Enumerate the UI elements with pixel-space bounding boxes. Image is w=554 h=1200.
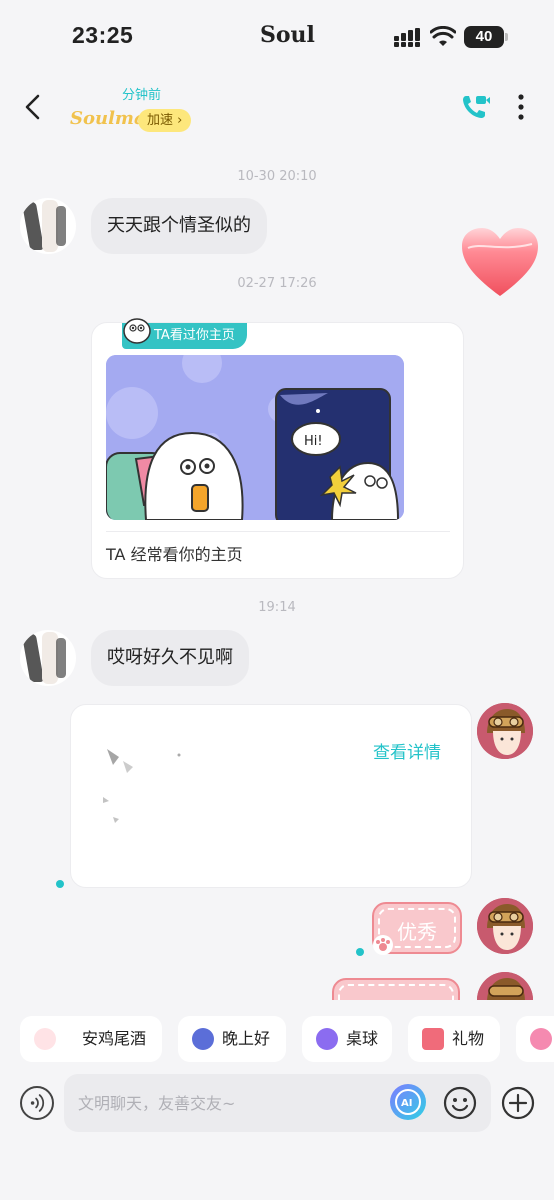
add-icon[interactable] — [500, 1085, 536, 1121]
chip-more[interactable] — [516, 1016, 554, 1062]
my-avatar[interactable] — [477, 898, 533, 954]
chip-label: 桌球 — [346, 1029, 379, 1048]
visit-card-text: TA 经常看你的主页 — [106, 545, 243, 564]
message-timestamp: 19:14 — [258, 600, 296, 615]
emoji-icon[interactable] — [442, 1085, 478, 1121]
contact-avatar[interactable] — [20, 630, 76, 686]
chip-label: 晚上好 — [222, 1029, 271, 1048]
visit-illustration: Hi! — [106, 355, 404, 520]
status-time: 23:25 — [72, 22, 134, 48]
input-bar: AI — [0, 1074, 554, 1200]
message-bubble-received[interactable]: 天天跟个情圣似的 — [91, 198, 267, 254]
chat-header: 分钟前 Soulmate 加速 › — [0, 72, 554, 142]
message-bubble-received[interactable]: 哎呀好久不见啊 — [91, 630, 249, 686]
card-divider — [106, 531, 450, 532]
chip-billiards[interactable]: 桌球 — [302, 1016, 392, 1062]
heart-chip-icon — [530, 1028, 552, 1050]
message-timestamp: 10-30 20:10 — [237, 169, 317, 184]
speed-up-badge[interactable]: 加速 › — [138, 109, 192, 132]
profile-share-card[interactable]: 查看详情 — [70, 704, 472, 888]
more-options-icon[interactable] — [512, 92, 530, 122]
chip-gift[interactable]: 礼物 — [408, 1016, 500, 1062]
chip-label: 礼物 — [452, 1029, 485, 1048]
quick-reply-bar: 安鸡尾酒 晚上好 桌球 礼物 — [0, 1000, 554, 1080]
ai-assistant-icon[interactable]: AI — [390, 1084, 426, 1120]
message-timestamp: 02-27 17:26 — [237, 276, 317, 291]
gift-icon — [422, 1028, 444, 1050]
sticker-message[interactable]: 优秀 — [372, 902, 462, 955]
cocktail-icon — [34, 1028, 56, 1050]
chip-good-evening[interactable]: 晚上好 — [178, 1016, 286, 1062]
view-detail-link[interactable]: 查看详情 — [373, 738, 441, 763]
battery-icon: 40 — [464, 26, 508, 48]
svg-text:AI: AI — [401, 1098, 412, 1109]
last-seen-text: 分钟前 — [122, 88, 162, 103]
my-avatar[interactable] — [477, 703, 533, 759]
voice-input-icon[interactable] — [20, 1086, 54, 1120]
wifi-icon — [430, 26, 456, 46]
unread-dot — [356, 948, 364, 956]
profile-visit-card[interactable]: TA看过你主页 Hi! TA 经常看你的主页 — [91, 318, 464, 579]
unread-dot — [56, 880, 64, 888]
back-arrow-icon[interactable] — [20, 92, 46, 122]
message-input[interactable] — [78, 1074, 378, 1132]
profile-card-image — [103, 749, 181, 823]
paw-icon — [373, 935, 393, 955]
cellular-signal-icon — [394, 28, 420, 47]
chip-label: 安鸡尾酒 — [82, 1029, 147, 1048]
status-bar: 23:25 Soul 40 — [0, 0, 554, 72]
moon-icon — [192, 1028, 214, 1050]
status-app-name: Soul — [260, 22, 315, 48]
contact-avatar[interactable] — [20, 198, 76, 254]
phone-call-icon[interactable] — [460, 92, 490, 122]
hi-bubble-text: Hi! — [304, 434, 323, 449]
chip-cocktail[interactable]: 安鸡尾酒 — [20, 1016, 162, 1062]
mascot-icon — [123, 318, 151, 344]
message-input-container: AI — [64, 1074, 491, 1132]
billiard-icon — [316, 1028, 338, 1050]
